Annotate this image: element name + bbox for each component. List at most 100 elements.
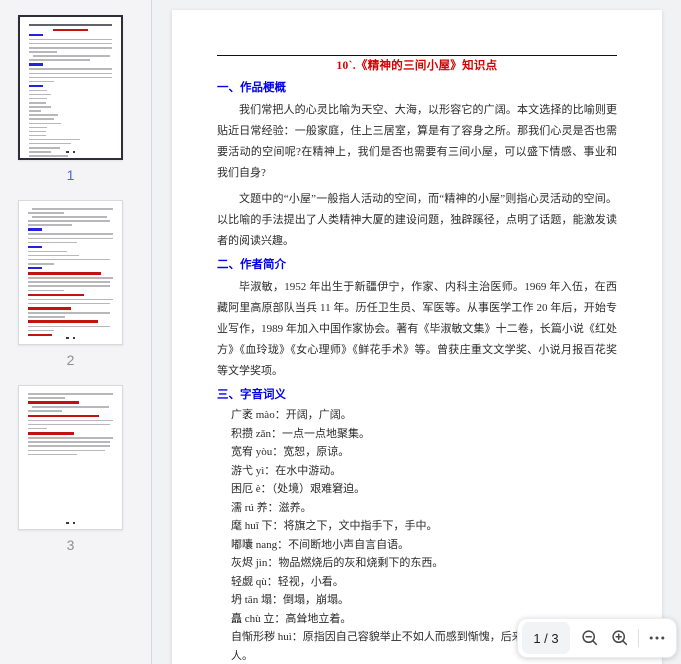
thumbnail-content-line [28, 290, 64, 292]
document-title: 10`.《精神的三间小屋》知识点 [217, 58, 617, 75]
page-number-label-1: 1 [18, 167, 123, 183]
section-heading-2: 二、作者简介 [217, 257, 617, 273]
thumbnail-content-line [28, 303, 110, 305]
thumbnail-content-line [29, 47, 112, 49]
vocab-item: 积攒 zǎn：一点一点地聚集。 [231, 425, 617, 444]
magnifier-minus-icon [580, 628, 600, 648]
thumbnail-content-line [29, 131, 46, 133]
thumbnail-content-line [29, 59, 90, 61]
thumbnail-content-line [29, 114, 58, 116]
thumbnail-content-line [28, 432, 74, 435]
viewer-toolbar: 1 / 3 [517, 618, 677, 658]
thumbnail-content-line [28, 299, 113, 301]
zoom-out-button[interactable] [575, 622, 605, 654]
thumbnail-content-line [28, 410, 62, 412]
thumbnail-content-line [29, 123, 61, 125]
document-page-1: 10`.《精神的三间小屋》知识点 一、作品梗概 我们常把人的心灵比喻为天空、大海… [172, 10, 662, 664]
thumbnail-footer-dots [19, 335, 122, 339]
thumbnail-content-line [28, 450, 105, 452]
thumbnail-content-line [29, 39, 112, 41]
thumbnail-content-line [53, 29, 88, 31]
section-heading-3: 三、字音词义 [217, 387, 617, 403]
page-number-label-3: 3 [18, 537, 123, 553]
thumbnail-content-line [28, 246, 42, 248]
thumbnail-content-line [29, 90, 47, 92]
thumbnail-content-line [33, 55, 109, 57]
more-options-button[interactable] [642, 622, 672, 654]
thumbnail-content-line [28, 233, 113, 235]
thumbnail-content-line [28, 397, 65, 399]
thumbnail-content-line [28, 445, 110, 447]
vocab-item: 轻觑 qù：轻视，小看。 [231, 573, 617, 592]
paragraph: 毕淑敏，1952 年出生于新疆伊宁，作家、内科主治医师。1969 年入伍，在西藏… [217, 277, 617, 382]
thumbnail-content-line [28, 316, 65, 318]
thumbnail-content-line [28, 242, 77, 244]
thumbnail-content-line [28, 424, 110, 426]
thumbnail-content-line [29, 43, 112, 45]
thumbnail-content-line [28, 320, 98, 323]
thumbnail-content-line [29, 81, 54, 83]
thumbnail-content-line [29, 118, 54, 120]
thumbnail-block-1: 1 [18, 15, 123, 183]
thumbnail-content-line [29, 127, 47, 129]
thumbnail-content-line [28, 428, 47, 430]
thumbnail-content-line [28, 263, 54, 265]
document-viewport[interactable]: 10`.《精神的三间小屋》知识点 一、作品梗概 我们常把人的心灵比喻为天空、大海… [152, 0, 681, 664]
thumbnail-content-line [28, 285, 110, 287]
vocab-item: 麾 huī 下：将旗之下，文中指手下，手中。 [231, 517, 617, 536]
thumbnail-block-3: 3 [18, 385, 123, 553]
thumbnail-content-line [29, 135, 46, 137]
zoom-in-button[interactable] [605, 622, 635, 654]
page-thumbnail-3[interactable] [18, 385, 123, 530]
thumbnail-content-line [28, 281, 110, 283]
thumbnail-content-line [28, 259, 110, 261]
vocab-item: 嘟囔 nang：不间断地小声自言自语。 [231, 536, 617, 555]
thumbnail-content-line [28, 238, 113, 240]
thumbnail-content-line [29, 34, 43, 36]
thumbnail-content-line [32, 216, 107, 218]
thumbnail-content-line [29, 98, 47, 100]
thumbnail-content-line [28, 330, 54, 332]
toolbar-divider [638, 629, 639, 647]
thumbnail-content-line [28, 267, 42, 269]
thumbnail-content-line [29, 139, 80, 141]
thumbnail-content-line [28, 251, 67, 253]
magnifier-plus-icon [610, 628, 630, 648]
vocab-item: 困厄 è：（处境）艰难窘迫。 [231, 480, 617, 499]
thumbnail-footer-dots [20, 149, 121, 153]
vocab-item: 濡 rú 养：滋养。 [231, 499, 617, 518]
thumbnail-content-line [28, 307, 71, 310]
vocab-item: 广袤 mào：开阔，广阔。 [231, 406, 617, 425]
thumbnail-content-line [28, 212, 64, 214]
page-thumbnail-2[interactable] [18, 200, 123, 345]
thumbnail-content-line [29, 68, 112, 70]
page-number-label-2: 2 [18, 352, 123, 368]
page-indicator: 1 / 3 [522, 622, 570, 654]
thumbnail-content-line [28, 454, 77, 456]
thumbnail-content-line [28, 437, 113, 439]
thumbnail-content-line [29, 155, 68, 157]
thumbnail-content-line [29, 51, 57, 53]
thumbnail-content-line [28, 255, 79, 257]
thumbnail-sidebar: 1 2 3 [0, 0, 152, 664]
thumbnail-content-line [32, 208, 113, 210]
thumbnail-content-line [29, 143, 71, 145]
ellipsis-icon [648, 629, 666, 647]
page-thumbnail-1[interactable] [18, 15, 123, 160]
thumbnail-content-line [29, 106, 51, 108]
thumbnail-content-line [28, 228, 42, 230]
thumbnail-content-line [28, 277, 113, 279]
thumbnail-block-2: 2 [18, 200, 123, 368]
document-viewer: 1 2 3 10`.《精神的三间小屋》知识点 一、作品梗概 我们常把人的心灵比喻… [0, 0, 681, 664]
thumbnail-content-line [29, 85, 43, 87]
thumbnail-content-line [32, 406, 109, 408]
paragraph: 文题中的“小屋”一般指人活动的空间，而“精神的小屋”则指心灵活动的空间。以比喻的… [217, 189, 617, 252]
section-heading-1: 一、作品梗概 [217, 80, 617, 96]
thumbnail-content-line [28, 220, 110, 222]
thumbnail-content-line [29, 63, 43, 65]
vocab-item: 灰烬 jìn：物品燃烧后的灰和烧剩下的东西。 [231, 554, 617, 573]
vocab-item: 宽宥 yòu：宽恕，原谅。 [231, 443, 617, 462]
thumbnail-content-line [28, 401, 79, 404]
thumbnail-content-line [29, 102, 46, 104]
thumbnail-content-line [28, 326, 110, 328]
